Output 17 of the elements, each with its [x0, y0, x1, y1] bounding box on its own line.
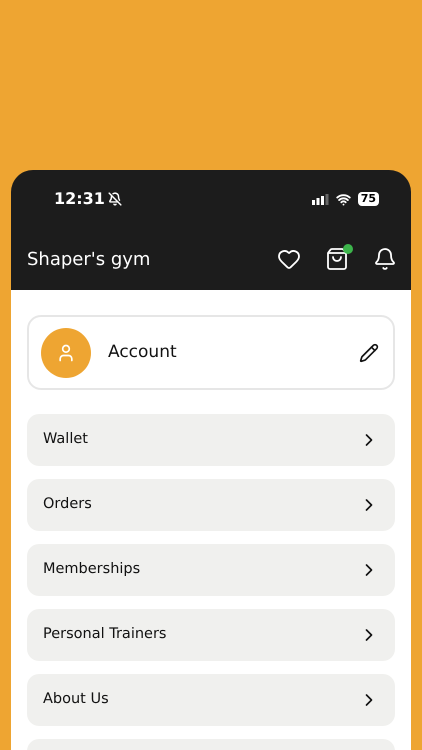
avatar-icon — [41, 328, 91, 378]
menu-item[interactable]: Personal Trainers — [27, 609, 395, 661]
menu-item[interactable]: Wallet — [27, 414, 395, 466]
status-time: 12:31 — [54, 188, 105, 210]
wifi-icon — [336, 192, 351, 206]
notifications-button[interactable] — [373, 247, 397, 271]
favorites-button[interactable] — [277, 247, 301, 271]
edit-icon[interactable] — [359, 342, 379, 362]
account-label: Account — [108, 340, 178, 364]
menu-item[interactable]: About Us — [27, 674, 395, 726]
signal-icon — [312, 194, 329, 204]
app-title: Shaper's gym — [27, 248, 150, 272]
muted-bell-icon — [108, 192, 122, 206]
account-card[interactable]: Account — [27, 315, 395, 390]
menu-item[interactable]: Memberships — [27, 544, 395, 596]
menu-item[interactable]: Orders — [27, 479, 395, 531]
battery-level: 75 — [358, 192, 379, 206]
